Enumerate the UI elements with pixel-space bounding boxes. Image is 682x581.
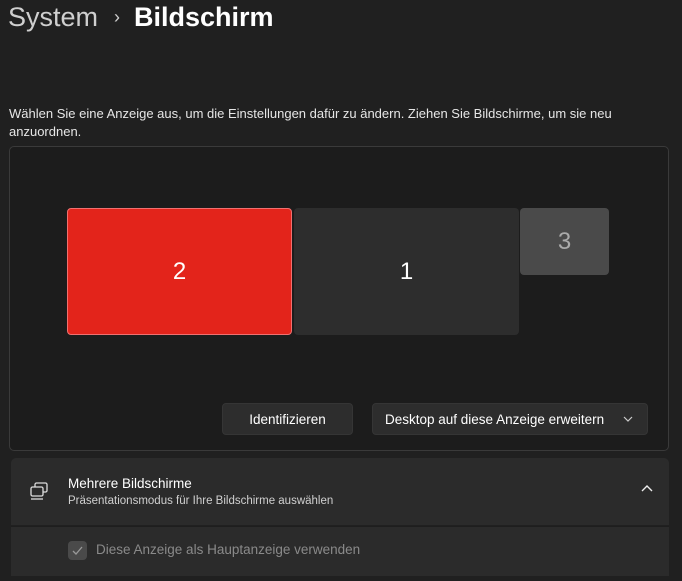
chevron-down-icon xyxy=(623,416,633,422)
monitor-1[interactable]: 1 xyxy=(294,208,519,335)
chevron-up-icon[interactable] xyxy=(641,484,653,492)
display-mode-dropdown[interactable]: Desktop auf diese Anzeige erweitern xyxy=(372,403,648,435)
chevron-right-icon: › xyxy=(114,7,121,27)
breadcrumb-system[interactable]: System xyxy=(8,2,98,33)
multiple-displays-subtitle: Präsentationsmodus für Ihre Bildschirme … xyxy=(68,495,334,507)
multiple-displays-title: Mehrere Bildschirme xyxy=(68,476,192,491)
monitor-2[interactable]: 2 xyxy=(67,208,292,335)
display-mode-value: Desktop auf diese Anzeige erweitern xyxy=(385,411,605,427)
primary-display-checkbox[interactable] xyxy=(68,541,87,560)
primary-display-row: Diese Anzeige als Hauptanzeige verwenden xyxy=(11,526,669,576)
monitor-3[interactable]: 3 xyxy=(520,208,609,275)
breadcrumb: System › Bildschirm xyxy=(8,2,274,33)
identify-button[interactable]: Identifizieren xyxy=(222,403,353,435)
checkmark-icon xyxy=(72,546,83,555)
display-arrangement-panel: 2 1 3 Identifizieren Desktop auf diese A… xyxy=(9,146,669,451)
instructions-text: Wählen Sie eine Anzeige aus, um die Eins… xyxy=(9,106,612,139)
multiple-displays-expander[interactable]: Mehrere Bildschirme Präsentationsmodus f… xyxy=(11,458,669,525)
primary-display-label: Diese Anzeige als Hauptanzeige verwenden xyxy=(96,542,361,557)
page-title: Bildschirm xyxy=(134,2,274,32)
multiple-displays-icon xyxy=(30,482,48,500)
